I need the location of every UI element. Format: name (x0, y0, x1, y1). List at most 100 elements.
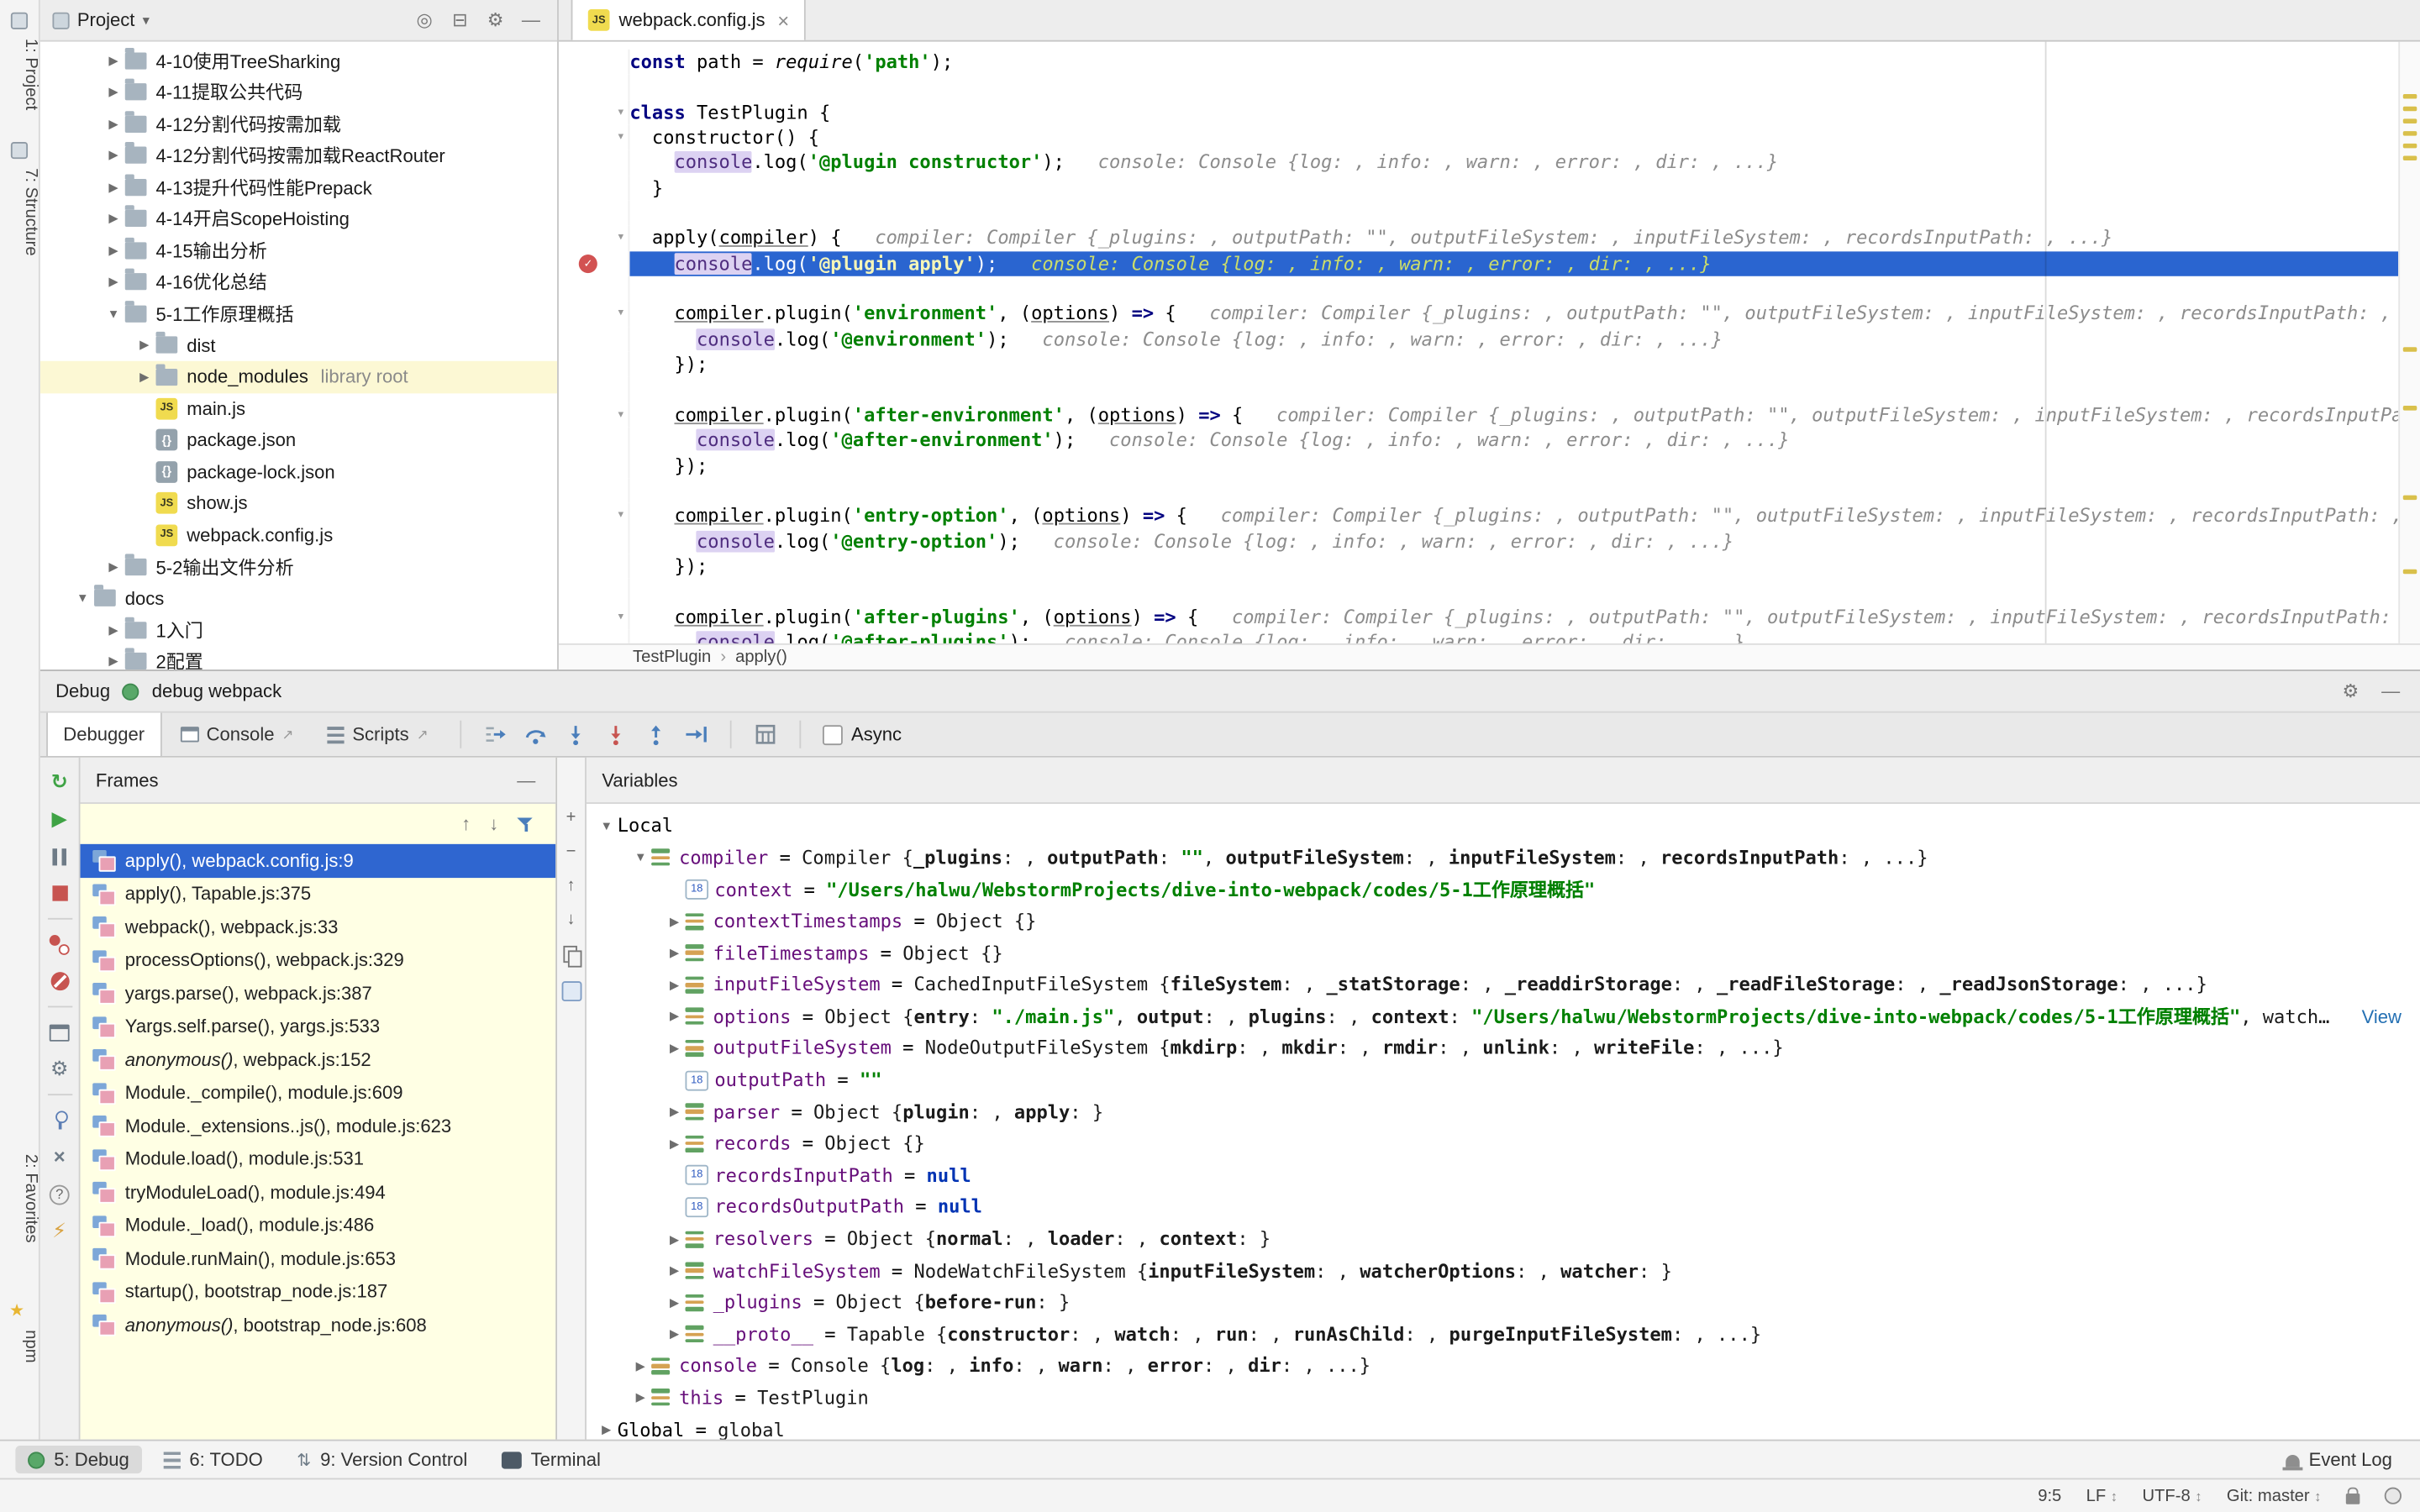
tree-expand-icon[interactable]: ▶ (102, 85, 125, 99)
tree-row[interactable]: ▶4-12分割代码按需加载 (40, 108, 557, 140)
frame-row[interactable]: tryModuleLoad(), module.js:494 (81, 1176, 556, 1209)
quick-evaluate-icon[interactable]: ⚡ (47, 1219, 71, 1243)
variable-row[interactable]: ▶records = Object {} (587, 1128, 2420, 1160)
variable-row[interactable]: ▶options = Object {entry: "./main.js", o… (587, 1000, 2420, 1032)
tab-scripts[interactable]: Scripts ↗ (313, 713, 445, 756)
chevron-down-icon[interactable]: ▾ (143, 12, 150, 29)
editor-gutter[interactable]: ✓ (559, 251, 629, 276)
settings-icon[interactable]: ⚙ (47, 1057, 71, 1081)
tree-row[interactable]: ▶2配置 (40, 646, 557, 669)
tab-console[interactable]: Console ↗ (165, 713, 309, 756)
step-out-icon[interactable] (637, 713, 674, 756)
hide-panel-icon[interactable]: — (517, 8, 544, 32)
fold-marker-icon[interactable]: ▾ (617, 604, 625, 629)
variable-row[interactable]: ▶contextTimestamps = Object {} (587, 906, 2420, 937)
variable-row[interactable]: 18context = "/Users/halwu/WebstormProjec… (587, 874, 2420, 906)
view-value-link[interactable]: View (2344, 1005, 2420, 1027)
tree-expand-icon[interactable]: ▶ (133, 339, 156, 353)
editor-gutter[interactable]: ▾ (559, 100, 629, 125)
frame-row[interactable]: anonymous(), bootstrap_node.js:608 (81, 1309, 556, 1341)
tree-expand-icon[interactable]: ▶ (629, 1391, 651, 1405)
locate-file-icon[interactable]: ◎ (411, 8, 439, 32)
editor-gutter[interactable] (559, 352, 629, 377)
highlighting-level-icon[interactable] (2385, 1488, 2402, 1504)
stripe-button-npm[interactable]: npm (0, 1330, 40, 1362)
tree-expand-icon[interactable]: ▶ (102, 654, 125, 669)
show-watches-toggle-icon[interactable] (561, 981, 581, 1001)
editor-gutter[interactable] (559, 176, 629, 201)
restore-layout-icon[interactable] (47, 1020, 71, 1044)
editor-gutter[interactable] (559, 276, 629, 302)
variable-row[interactable]: ▼compiler = Compiler {_plugins: , output… (587, 842, 2420, 874)
hide-frames-panel-icon[interactable]: — (513, 768, 540, 792)
fold-marker-icon[interactable]: ▾ (617, 125, 625, 150)
frame-row[interactable]: Module._compile(), module.js:609 (81, 1076, 556, 1109)
tree-expand-icon[interactable]: ▶ (102, 180, 125, 194)
editor-gutter[interactable] (559, 629, 629, 643)
tree-row[interactable]: ▶4-14开启ScopeHoisting (40, 203, 557, 235)
toolwindow-button-todo[interactable]: 6: TODO (150, 1446, 275, 1473)
frame-row[interactable]: Module._load(), module.js:486 (81, 1209, 556, 1242)
variable-row[interactable]: ▶console = Console {log: , info: , warn:… (587, 1350, 2420, 1382)
editor-gutter[interactable] (559, 554, 629, 579)
editor-gutter[interactable] (559, 528, 629, 554)
frame-row[interactable]: webpack(), webpack.js:33 (81, 911, 556, 943)
editor-gutter[interactable] (559, 579, 629, 604)
frame-row[interactable]: apply(), webpack.config.js:9 (81, 844, 556, 877)
fold-marker-icon[interactable]: ▾ (617, 503, 625, 528)
frame-row[interactable]: Yargs.self.parse(), yargs.js:533 (81, 1010, 556, 1042)
editor-gutter[interactable]: ▾ (559, 402, 629, 428)
lock-icon[interactable] (2346, 1493, 2360, 1504)
add-watch-icon[interactable]: + (566, 810, 576, 827)
tree-expand-icon[interactable]: ▶ (664, 1295, 686, 1310)
close-icon[interactable]: × (47, 1145, 71, 1169)
editor-tab[interactable]: JS webpack.config.js × (571, 0, 807, 40)
toolwindow-button-event-log[interactable]: Event Log (2273, 1446, 2404, 1473)
variable-row[interactable]: ▼Local (587, 810, 2420, 842)
step-into-icon[interactable] (556, 713, 593, 756)
tree-expand-icon[interactable]: ▶ (664, 1010, 686, 1024)
tree-expand-icon[interactable]: ▶ (629, 1359, 651, 1373)
variable-row[interactable]: ▶this = TestPlugin (587, 1382, 2420, 1414)
pin-tab-icon[interactable] (47, 1108, 71, 1132)
editor-gutter[interactable] (559, 327, 629, 352)
tree-expand-icon[interactable]: ▶ (133, 370, 156, 384)
stripe-button-structure[interactable]: 7: Structure (0, 168, 40, 255)
move-watch-down-icon[interactable]: ↓ (567, 912, 576, 929)
tree-row[interactable]: {}package.json (40, 424, 557, 456)
tree-expand-icon[interactable]: ▶ (664, 1042, 686, 1056)
force-step-into-icon[interactable] (597, 713, 634, 756)
tree-row[interactable]: JSwebpack.config.js (40, 519, 557, 551)
editor-gutter[interactable] (559, 453, 629, 478)
tree-row[interactable]: ▶4-10使用TreeSharking (40, 45, 557, 76)
status-item[interactable]: LF↕ (2086, 1487, 2118, 1505)
editor-gutter[interactable] (559, 50, 629, 75)
stop-icon[interactable] (47, 881, 71, 906)
resume-icon[interactable]: ▶ (47, 807, 71, 832)
move-watch-up-icon[interactable]: ↑ (567, 878, 576, 895)
evaluate-expression-icon[interactable] (746, 713, 783, 756)
frame-row[interactable]: yargs.parse(), webpack.js:387 (81, 977, 556, 1010)
variable-row[interactable]: ▶watchFileSystem = NodeWatchFileSystem {… (587, 1255, 2420, 1287)
editor-gutter[interactable]: ▾ (559, 125, 629, 150)
fold-marker-icon[interactable]: ▾ (617, 402, 625, 428)
tree-expand-icon[interactable]: ▶ (102, 212, 125, 226)
tree-row[interactable]: ▶4-11提取公共代码 (40, 76, 557, 108)
tree-row[interactable]: JSmain.js (40, 392, 557, 424)
frame-row[interactable]: Module.load(), module.js:531 (81, 1142, 556, 1175)
breakpoint-icon[interactable]: ✓ (579, 255, 597, 273)
tree-row[interactable]: JSshow.js (40, 487, 557, 519)
tree-expand-icon[interactable]: ▶ (664, 946, 686, 960)
tree-expand-icon[interactable]: ▶ (664, 1327, 686, 1341)
tree-row[interactable]: ▶5-2输出文件分析 (40, 551, 557, 583)
rerun-icon[interactable]: ↻ (47, 770, 71, 795)
tree-expand-icon[interactable]: ▶ (664, 1137, 686, 1151)
tree-expand-icon[interactable]: ▶ (664, 914, 686, 928)
project-view-dropdown[interactable]: Project (77, 9, 135, 31)
editor-gutter[interactable] (559, 478, 629, 503)
editor-gutter[interactable]: ▾ (559, 302, 629, 327)
tree-row[interactable]: ▶node_moduleslibrary root (40, 361, 557, 393)
tree-expand-icon[interactable]: ▼ (71, 591, 94, 606)
remove-watch-icon[interactable]: − (566, 844, 576, 861)
close-tab-icon[interactable]: × (777, 8, 789, 32)
